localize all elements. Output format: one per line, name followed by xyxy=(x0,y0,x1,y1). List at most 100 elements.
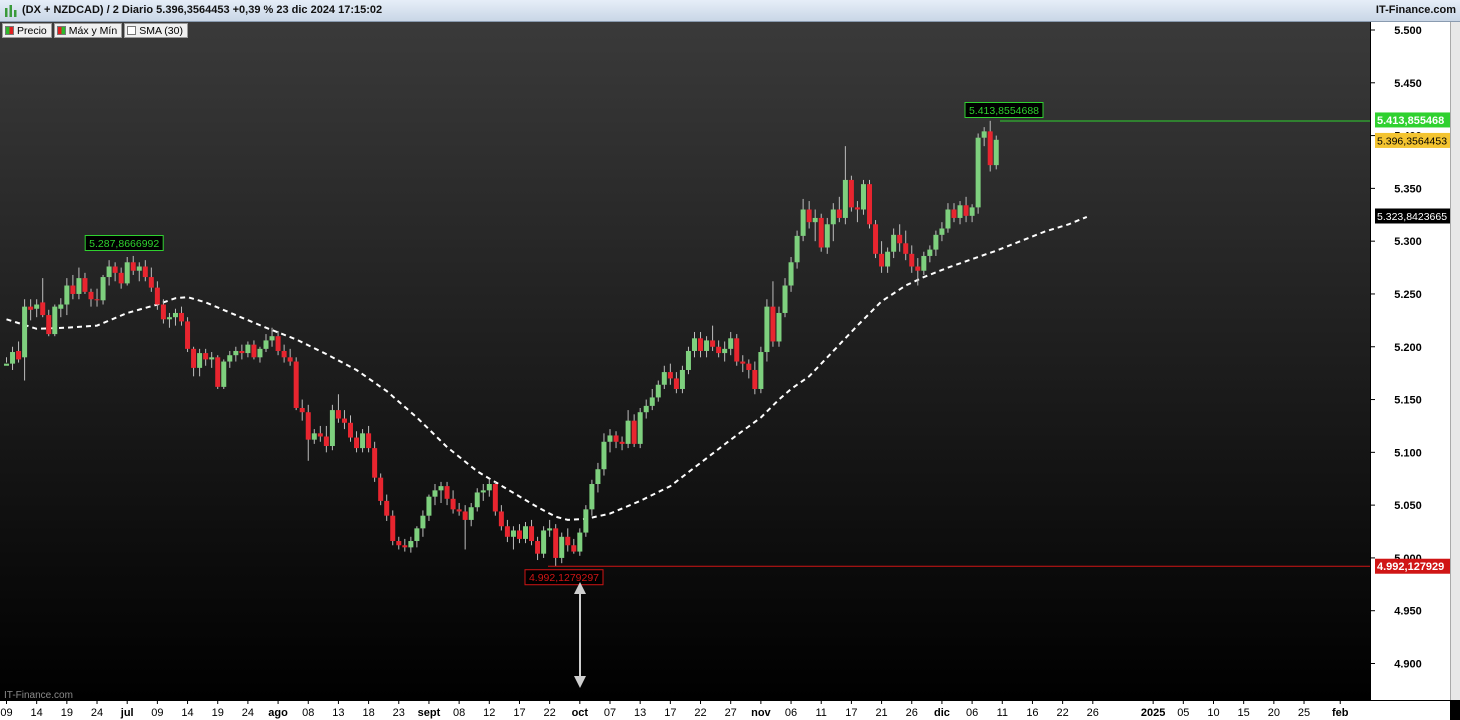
candle-body[interactable] xyxy=(82,278,88,292)
candle-body[interactable] xyxy=(963,205,969,216)
candle-body[interactable] xyxy=(655,384,661,398)
legend-item-sma[interactable]: SMA (30) xyxy=(124,23,188,38)
candle-body[interactable] xyxy=(547,528,553,531)
legend-item-high-low[interactable]: Máx y Mín xyxy=(53,23,123,38)
candle-body[interactable] xyxy=(396,541,402,546)
candle-body[interactable] xyxy=(136,266,142,271)
candle-body[interactable] xyxy=(197,353,203,368)
candle-body[interactable] xyxy=(921,255,927,271)
candle-body[interactable] xyxy=(360,433,366,449)
candle-body[interactable] xyxy=(468,507,474,520)
candle-body[interactable] xyxy=(716,346,722,354)
candle-body[interactable] xyxy=(492,484,498,512)
candle-body[interactable] xyxy=(335,410,341,419)
candle-body[interactable] xyxy=(776,312,782,342)
candle-body[interactable] xyxy=(88,291,94,300)
candle-body[interactable] xyxy=(691,338,697,351)
candle-body[interactable] xyxy=(408,541,414,548)
candle-body[interactable] xyxy=(486,484,492,491)
candle-body[interactable] xyxy=(287,357,293,362)
candle-body[interactable] xyxy=(10,352,16,364)
candle-body[interactable] xyxy=(317,433,323,437)
candle-body[interactable] xyxy=(559,536,565,558)
candle-body[interactable] xyxy=(541,530,547,554)
candle-body[interactable] xyxy=(523,526,529,539)
candle-body[interactable] xyxy=(329,410,335,446)
candle-body[interactable] xyxy=(130,262,136,271)
candle-body[interactable] xyxy=(891,234,897,252)
candle-body[interactable] xyxy=(975,137,981,208)
candle-body[interactable] xyxy=(613,435,619,442)
candle-body[interactable] xyxy=(4,363,9,366)
candle-body[interactable] xyxy=(462,511,468,520)
candle-body[interactable] xyxy=(275,336,281,351)
candle-body[interactable] xyxy=(510,530,516,537)
candle-body[interactable] xyxy=(354,437,360,449)
candle-body[interactable] xyxy=(323,436,329,446)
candle-body[interactable] xyxy=(221,361,227,387)
candle-body[interactable] xyxy=(728,338,734,349)
candle-body[interactable] xyxy=(746,363,752,370)
candle-body[interactable] xyxy=(824,224,830,248)
candle-body[interactable] xyxy=(378,477,384,501)
candle-body[interactable] xyxy=(239,350,245,354)
candle-body[interactable] xyxy=(166,317,172,320)
candle-body[interactable] xyxy=(209,357,215,360)
candle-body[interactable] xyxy=(619,441,625,444)
candle-body[interactable] xyxy=(227,355,233,362)
candle-body[interactable] xyxy=(148,277,154,288)
candle-body[interactable] xyxy=(22,306,28,358)
candle-body[interactable] xyxy=(366,433,372,449)
candle-body[interactable] xyxy=(740,361,746,364)
candle-body[interactable] xyxy=(474,492,480,508)
candle-body[interactable] xyxy=(58,304,64,309)
candle-body[interactable] xyxy=(269,336,275,341)
candle-body[interactable] xyxy=(311,433,317,440)
candle-body[interactable] xyxy=(601,441,607,470)
candle-body[interactable] xyxy=(432,490,438,497)
candle-body[interactable] xyxy=(185,321,191,349)
candle-body[interactable] xyxy=(498,511,504,527)
candle-body[interactable] xyxy=(94,299,100,301)
candle-body[interactable] xyxy=(571,545,577,552)
candle-body[interactable] xyxy=(667,372,673,379)
candle-body[interactable] xyxy=(516,530,522,539)
candle-body[interactable] xyxy=(535,541,541,554)
candle-body[interactable] xyxy=(734,338,740,362)
candle-body[interactable] xyxy=(673,378,679,389)
candle-body[interactable] xyxy=(903,243,909,254)
candle-body[interactable] xyxy=(860,184,866,210)
candle-body[interactable] xyxy=(504,526,510,537)
candle-body[interactable] xyxy=(100,277,106,301)
candle-body[interactable] xyxy=(384,500,390,516)
candle-body[interactable] xyxy=(679,369,685,389)
candle-body[interactable] xyxy=(251,344,257,358)
candle-body[interactable] xyxy=(577,532,583,552)
candle-body[interactable] xyxy=(800,209,806,236)
candle-body[interactable] xyxy=(347,422,353,438)
candle-body[interactable] xyxy=(758,352,764,389)
candle-body[interactable] xyxy=(76,278,82,294)
candle-body[interactable] xyxy=(909,253,915,267)
price-chart[interactable]: 5.5005.4505.4005.3505.3005.2505.2005.150… xyxy=(0,0,1450,720)
candle-body[interactable] xyxy=(565,536,571,546)
candle-body[interactable] xyxy=(414,528,420,542)
candle-body[interactable] xyxy=(951,209,957,218)
candle-body[interactable] xyxy=(631,420,637,444)
candle-body[interactable] xyxy=(372,448,378,478)
candle-body[interactable] xyxy=(915,266,921,271)
candle-body[interactable] xyxy=(402,545,408,548)
candle-body[interactable] xyxy=(649,397,655,406)
candle-body[interactable] xyxy=(987,131,993,166)
candle-body[interactable] xyxy=(770,306,776,342)
candle-body[interactable] xyxy=(106,266,112,278)
candle-body[interactable] xyxy=(842,179,848,218)
candle-body[interactable] xyxy=(299,407,305,413)
candle-body[interactable] xyxy=(203,353,209,360)
candle-body[interactable] xyxy=(643,405,649,413)
candle-body[interactable] xyxy=(939,228,945,235)
candle-body[interactable] xyxy=(263,340,269,349)
candle-body[interactable] xyxy=(981,131,987,138)
candle-body[interactable] xyxy=(788,262,794,286)
candle-body[interactable] xyxy=(438,486,444,491)
